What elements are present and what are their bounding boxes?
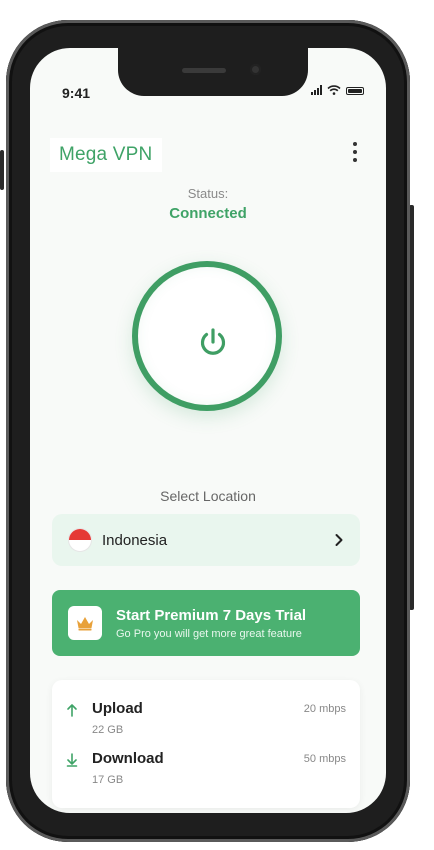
menu-icon[interactable]	[352, 142, 358, 162]
speaker	[182, 68, 226, 73]
phone-screen: 9:41 Mega VPN Status: Connected Select L	[30, 48, 386, 813]
power-button[interactable]	[132, 261, 282, 411]
wifi-icon	[327, 85, 341, 95]
premium-title: Start Premium 7 Days Trial	[116, 606, 307, 624]
arrow-down-icon	[66, 753, 78, 767]
traffic-stats-card: Upload 22 GB 20 mbps Download 17 GB 50 m…	[52, 680, 360, 808]
arrow-up-icon	[67, 704, 77, 717]
location-selector[interactable]: Indonesia	[52, 514, 360, 566]
download-row: Download 17 GB 50 mbps	[66, 750, 346, 790]
crown-icon	[77, 617, 93, 631]
cellular-signal-icon	[311, 85, 322, 95]
status-value: Connected	[169, 205, 247, 222]
notch	[118, 48, 308, 96]
location-name: Indonesia	[102, 531, 168, 549]
select-location-label: Select Location	[160, 488, 256, 504]
status-bar-time: 9:41	[62, 85, 91, 101]
app-title: Mega VPN	[50, 138, 163, 172]
upload-row: Upload 22 GB 20 mbps	[66, 700, 346, 740]
upload-speed: 20 mbps	[303, 703, 346, 715]
upload-amount: 22 GB	[92, 724, 124, 736]
chevron-right-icon	[335, 534, 343, 546]
power-icon	[200, 328, 226, 355]
battery-icon	[346, 87, 364, 95]
download-speed: 50 mbps	[303, 753, 346, 765]
camera	[250, 64, 261, 75]
phone-side-button	[0, 150, 4, 190]
download-label: Download	[92, 750, 164, 767]
premium-text: Start Premium 7 Days Trial Go Pro you wi…	[116, 607, 306, 640]
status-label: Status:	[187, 186, 229, 201]
premium-subtitle: Go Pro you will get more great feature	[116, 627, 302, 640]
upload-label: Upload	[92, 700, 143, 717]
premium-trial-banner[interactable]: Start Premium 7 Days Trial Go Pro you wi…	[52, 590, 360, 656]
download-amount: 17 GB	[92, 774, 124, 786]
flag-icon	[68, 528, 92, 552]
status-bar-icons	[311, 85, 364, 95]
phone-frame: 9:41 Mega VPN Status: Connected Select L	[6, 20, 410, 842]
crown-badge	[68, 606, 102, 640]
